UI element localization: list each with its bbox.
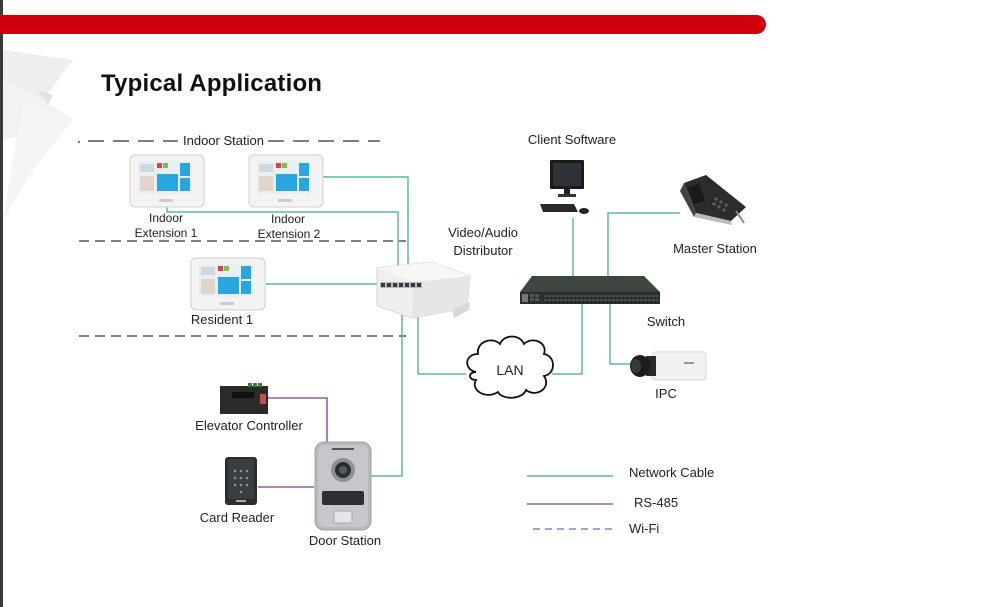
indoor-extension-1-label-line2: Extension 1 [134, 226, 198, 240]
indoor-extension-2-label-line2: Extension 2 [257, 227, 321, 241]
wire-lan-switch [552, 300, 583, 375]
door-station-label: Door Station [308, 533, 382, 548]
door-station-icon[interactable] [314, 441, 372, 531]
box-camera-icon[interactable] [628, 348, 708, 384]
desktop-computer-icon[interactable] [538, 160, 594, 218]
controller-board-icon[interactable] [218, 382, 270, 416]
distributor-label-line1: Video/Audio [448, 225, 518, 240]
legend-rs485-label: RS-485 [634, 495, 679, 510]
ipc-label: IPC [655, 386, 677, 401]
lan-label: LAN [496, 362, 524, 378]
network-switch-icon[interactable] [518, 274, 662, 308]
distributor-label-line2: Distributor [453, 243, 513, 258]
distributor-box-icon[interactable] [372, 258, 472, 326]
switch-label: Switch [646, 314, 686, 329]
client-software-label: Client Software [527, 132, 617, 147]
master-station-label: Master Station [673, 241, 757, 256]
resident-1-label: Resident 1 [190, 312, 254, 327]
card-reader-label: Card Reader [199, 510, 275, 525]
legend-network-cable-label: Network Cable [629, 465, 715, 480]
indoor-monitor-icon[interactable] [190, 257, 266, 311]
connection-diagram [78, 140, 680, 530]
indoor-station-zone-label: Indoor Station [181, 133, 266, 149]
legend-wifi-label: Wi-Fi [629, 521, 660, 536]
keypad-reader-icon[interactable] [224, 456, 258, 506]
indoor-monitor-icon[interactable] [129, 154, 205, 208]
master-station-icon[interactable] [676, 173, 752, 231]
elevator-controller-label: Elevator Controller [195, 418, 303, 433]
indoor-extension-1-label-line1: Indoor [148, 211, 184, 225]
indoor-monitor-icon[interactable] [248, 154, 324, 208]
indoor-extension-2-label-line1: Indoor [270, 212, 306, 226]
